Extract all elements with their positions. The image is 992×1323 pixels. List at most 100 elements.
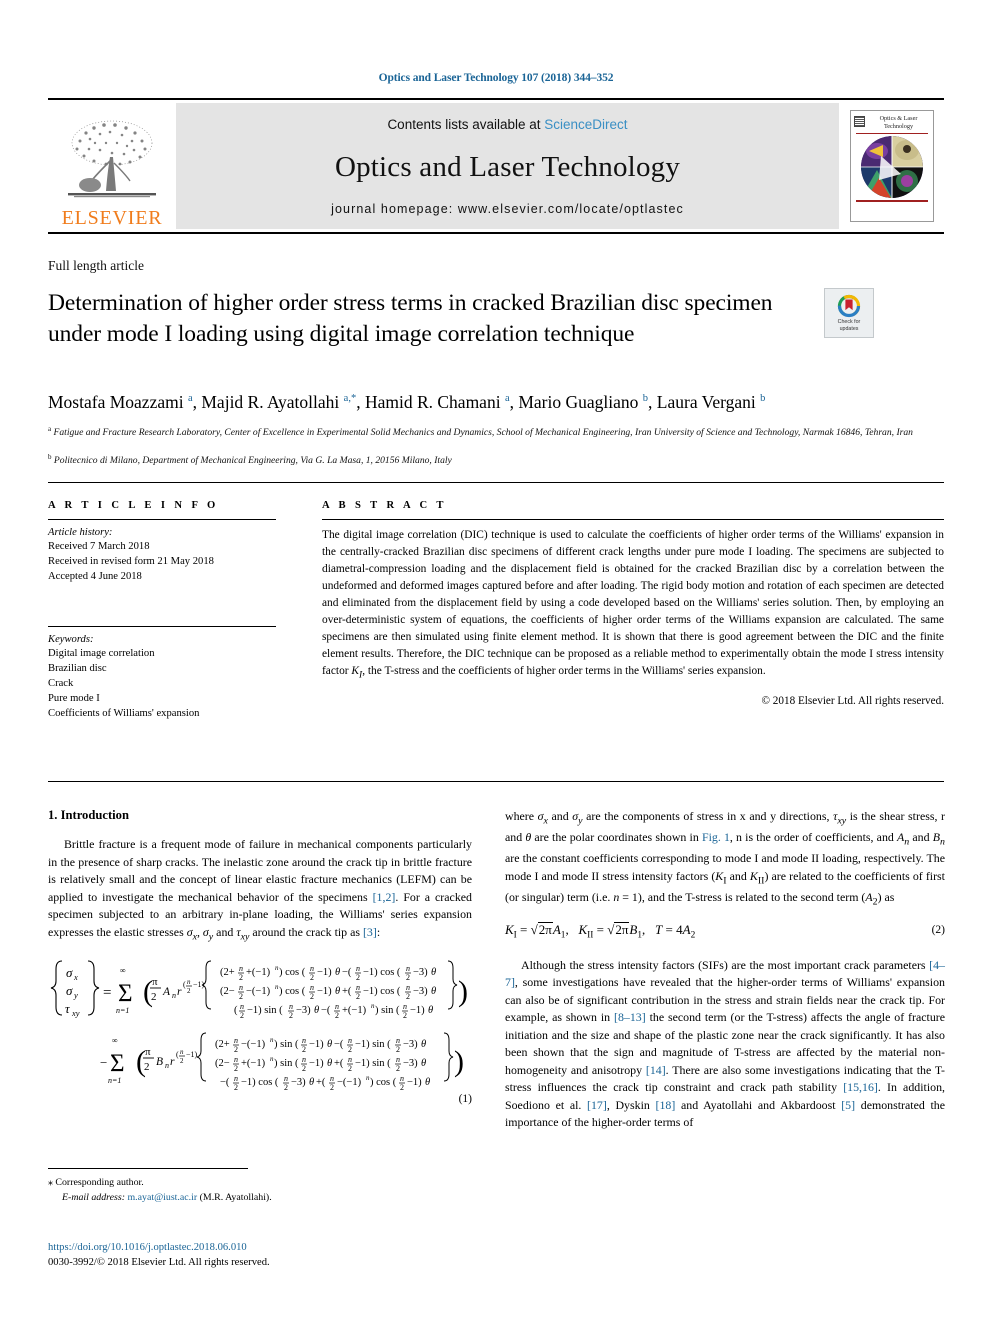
svg-text:∞: ∞	[120, 966, 126, 975]
svg-text:σ: σ	[66, 983, 73, 998]
svg-text:2: 2	[330, 1083, 334, 1092]
svg-text:−(−1): −(−1)	[337, 1077, 362, 1088]
svg-text:−1): −1)	[186, 1050, 198, 1059]
svg-text:2: 2	[234, 1045, 238, 1054]
affiliation-b: b Politecnico di Milano, Department of M…	[48, 453, 452, 467]
svg-text:): )	[458, 975, 468, 1008]
svg-text:−3): −3)	[296, 1005, 311, 1016]
article-info-column: A R T I C L E I N F O Article history: R…	[48, 500, 276, 721]
corresponding-marker: ⁎	[48, 1177, 53, 1188]
running-head: Optics and Laser Technology 107 (2018) 3…	[378, 72, 614, 84]
svg-text:−1): −1)	[309, 1058, 324, 1069]
keyword-2: Crack	[48, 678, 74, 690]
elsevier-wordmark: ELSEVIER	[61, 207, 163, 229]
journal-masthead: ELSEVIER Contents lists available at Sci…	[48, 98, 944, 234]
svg-text:n: n	[406, 983, 410, 992]
svg-text:Σ: Σ	[110, 1050, 125, 1077]
intro-paragraph-where: where σx and σy are the components of st…	[505, 809, 945, 907]
article-type-label: Full length article	[48, 258, 144, 273]
svg-text:−(: −(	[342, 967, 352, 978]
svg-text:−3): −3)	[403, 1058, 418, 1069]
svg-text:n: n	[165, 1061, 169, 1070]
svg-text:n: n	[348, 1036, 352, 1045]
svg-text:θ: θ	[327, 1058, 332, 1069]
svg-text:θ: θ	[309, 1077, 314, 1088]
svg-text:θ: θ	[421, 1058, 426, 1069]
svg-text:n: n	[396, 1055, 400, 1064]
svg-text:−3): −3)	[403, 1039, 418, 1050]
svg-text:n: n	[239, 983, 243, 992]
svg-text:−3): −3)	[413, 986, 428, 997]
email-link[interactable]: m.ayat@iust.ac.ir	[127, 1192, 197, 1203]
svg-text:2: 2	[144, 1061, 150, 1073]
svg-text:2: 2	[356, 973, 360, 982]
svg-text:θ: θ	[314, 1005, 319, 1016]
equation-1-number: (1)	[458, 1092, 472, 1105]
intro-paragraph-2: Although the stress intensity factors (S…	[505, 957, 946, 1130]
body-left-column: 1. Introduction Brittle fracture is a fr…	[48, 808, 472, 1105]
corresponding-text: Corresponding author.	[55, 1177, 144, 1188]
svg-text:n: n	[234, 1036, 238, 1045]
corresponding-author-note: ⁎ Corresponding author.	[48, 1176, 468, 1191]
svg-text:n: n	[348, 1055, 352, 1064]
email-note: E-mail address: m.ayat@iust.ac.ir (M.R. …	[48, 1191, 468, 1206]
svg-text:n: n	[234, 1055, 238, 1064]
svg-text:−1): −1)	[407, 1077, 422, 1088]
svg-text:−1) sin (: −1) sin (	[247, 1005, 283, 1016]
article-info-rule	[48, 519, 276, 520]
svg-text:2: 2	[403, 1011, 407, 1020]
abstract-rule	[322, 519, 944, 520]
svg-text:2: 2	[234, 1083, 238, 1092]
svg-text:n: n	[302, 1036, 306, 1045]
svg-text:2: 2	[396, 1045, 400, 1054]
footnote-rule	[48, 1168, 248, 1169]
svg-text:−1) sin (: −1) sin (	[355, 1039, 391, 1050]
svg-text:) sin (: ) sin (	[274, 1039, 299, 1050]
svg-text:−1) cos (: −1) cos (	[241, 1077, 279, 1088]
intro-paragraph-1: Brittle fracture is a frequent mode of f…	[48, 837, 472, 943]
svg-text:−(: −(	[321, 1005, 331, 1016]
svg-text:−(−1): −(−1)	[246, 986, 271, 997]
keyword-4: Coefficients of Williams' expansion	[48, 708, 200, 720]
svg-text:n: n	[240, 1002, 244, 1011]
body-right-column: where σx and σy are the components of st…	[505, 808, 945, 1132]
svg-text:(: (	[183, 980, 186, 989]
svg-text:θ: θ	[428, 1005, 433, 1016]
article-history-0: Received 7 March 2018	[48, 541, 150, 552]
affiliation-a-text: Fatigue and Fracture Research Laboratory…	[53, 427, 913, 439]
keywords-rule	[48, 626, 276, 628]
doi-link[interactable]: https://doi.org/10.1016/j.optlastec.2018…	[48, 1240, 478, 1255]
svg-text:−1): −1)	[410, 1005, 425, 1016]
svg-text:2: 2	[239, 973, 243, 982]
svg-text:2: 2	[302, 1045, 306, 1054]
crossmark-badge[interactable]: Check for updates	[824, 288, 874, 338]
svg-text:(2−: (2−	[215, 1058, 230, 1069]
email-label: E-mail address:	[62, 1191, 125, 1203]
svg-text:y: y	[73, 990, 78, 1000]
svg-text:−1): −1)	[317, 967, 332, 978]
section-heading-introduction: 1. Introduction	[48, 808, 129, 822]
keywords-label: Keywords:	[48, 634, 94, 646]
svg-text:−1) cos (: −1) cos (	[363, 986, 401, 997]
svg-text:−(−1): −(−1)	[241, 1039, 266, 1050]
svg-text:+(: +(	[316, 1077, 326, 1088]
svg-text:n: n	[172, 991, 176, 1000]
svg-text:+(−1): +(−1)	[246, 967, 271, 978]
svg-text:): )	[454, 1045, 464, 1078]
svg-text:+(: +(	[334, 1058, 344, 1069]
sciencedirect-link[interactable]: ScienceDirect	[544, 117, 627, 132]
svg-text:n: n	[356, 964, 360, 973]
svg-text:Σ: Σ	[118, 980, 133, 1007]
svg-text:(: (	[176, 1050, 179, 1059]
svg-text:2: 2	[240, 1011, 244, 1020]
svg-text:n: n	[330, 1074, 334, 1083]
svg-text:2: 2	[400, 1083, 404, 1092]
svg-text:n: n	[302, 1055, 306, 1064]
svg-text:−3): −3)	[413, 967, 428, 978]
journal-homepage-link[interactable]: journal homepage: www.elsevier.com/locat…	[331, 202, 684, 216]
svg-text:π: π	[145, 1046, 151, 1058]
svg-text:2: 2	[289, 1011, 293, 1020]
svg-text:θ: θ	[431, 967, 436, 978]
svg-text:θ: θ	[425, 1077, 430, 1088]
svg-text:−1): −1)	[317, 986, 332, 997]
